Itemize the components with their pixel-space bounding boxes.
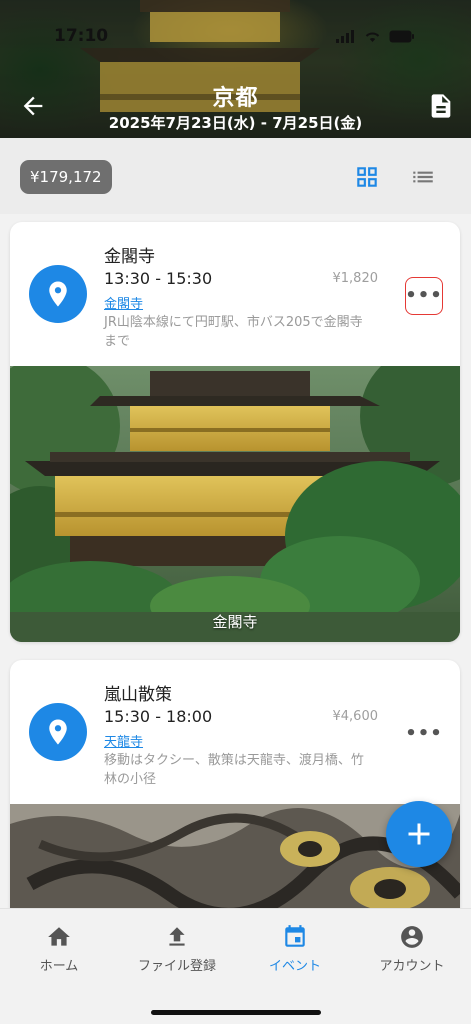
nav-events[interactable]: イベント [236,923,354,974]
event-card[interactable]: 嵐山散策 15:30 - 18:00 ¥4,600 天龍寺 移動はタクシー、散策… [10,660,460,920]
status-time: 17:10 [54,26,109,46]
plus-icon [408,823,430,845]
event-note: 移動はタクシー、散策は天龍寺、渡月橋、竹林の小径 [104,753,364,787]
map-pin-icon [49,719,67,745]
signal-icon [336,30,354,43]
event-note: JR山陰本線にて円町駅、市バス205で金閣寺まで [104,315,363,349]
nav-file-upload[interactable]: ファイル登録 [118,923,236,974]
budget-total-chip[interactable]: ¥179,172 [20,160,112,194]
wifi-icon [365,32,380,42]
nav-account[interactable]: アカウント [353,923,471,974]
calendar-icon [285,925,305,947]
event-card[interactable]: 金閣寺 13:30 - 15:30 ¥1,820 金閣寺 JR山陰本線にて円町駅… [10,222,460,642]
toolbar: ¥179,172 [0,138,471,214]
event-price: ¥1,820 [332,271,379,286]
list-icon [413,171,433,183]
event-place-link[interactable]: 金閣寺 [104,293,143,312]
event-photo[interactable]: 金閣寺 [10,366,460,642]
nav-label: アカウント [379,959,445,974]
upload-icon [169,927,185,946]
nav-label: イベント [268,959,321,974]
grid-icon [357,167,377,187]
event-price: ¥4,600 [332,709,379,724]
nav-label: ファイル登録 [137,959,216,974]
document-icon [431,94,451,118]
event-time: 15:30 - 18:00 [104,707,213,726]
event-time: 13:30 - 15:30 [104,269,213,288]
more-options-button[interactable]: ••• [405,715,443,753]
document-button[interactable] [427,92,455,120]
event-place-link[interactable]: 天龍寺 [104,731,143,750]
event-title: 金閣寺 [104,247,155,267]
more-options-button[interactable]: ••• [405,277,443,315]
page-title: 京都 [212,86,259,111]
status-bar: 17:10 [0,26,471,50]
location-pin [29,265,87,323]
trip-date-range: 2025年7月23日(水) - 7月25日(金) [108,114,363,132]
photo-caption: 金閣寺 [212,613,258,631]
list-view-toggle[interactable] [410,164,436,190]
home-icon [48,927,70,946]
kinkakuji-photo [10,366,460,642]
status-icons [336,30,415,43]
location-pin [29,703,87,761]
nav-home[interactable]: ホーム [0,923,118,974]
grid-view-toggle[interactable] [354,164,380,190]
event-title: 嵐山散策 [104,685,172,705]
battery-icon [389,30,414,43]
account-icon [401,926,423,948]
map-pin-icon [49,281,67,307]
more-horiz-icon: ••• [405,723,443,744]
home-indicator [151,1010,321,1015]
bottom-navigation: ホーム ファイル登録 イベント アカウント [0,908,471,1024]
nav-label: ホーム [39,959,79,974]
add-event-button[interactable] [386,801,452,867]
more-horiz-icon: ••• [405,285,443,306]
